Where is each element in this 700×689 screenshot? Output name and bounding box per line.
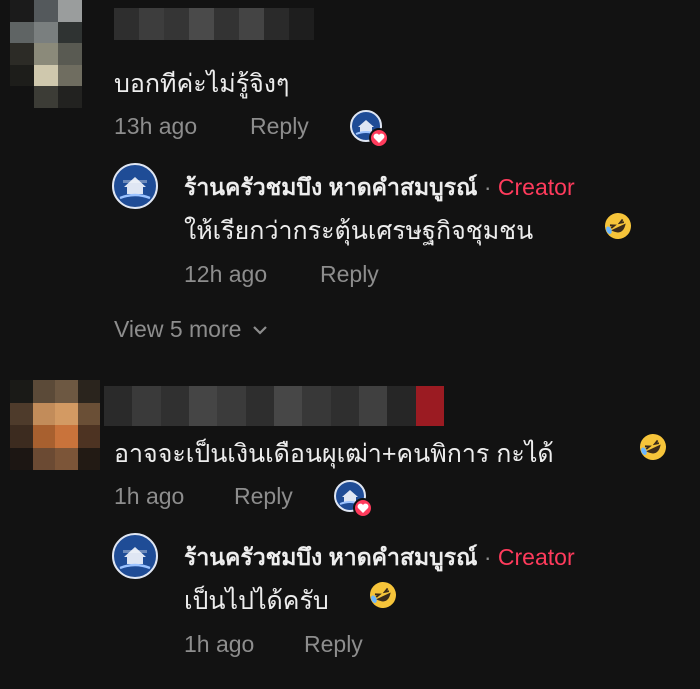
chevron-down-icon (253, 325, 268, 335)
name-separator: · (483, 174, 492, 200)
comment-text: บอกทีค่ะไม่รู้จิงๆ (114, 70, 290, 98)
creator-avatar[interactable] (112, 163, 158, 209)
comment-text: อาจจะเป็นเงินเดือนผุเฒ่า+คนพิการ กะได้ (114, 440, 554, 468)
avatar[interactable] (10, 0, 82, 108)
reply-timestamp: 1h ago (184, 631, 255, 657)
commenter-username-redacted[interactable] (114, 8, 314, 40)
laugh-emoji-icon (640, 434, 666, 460)
view-more-label: View 5 more (114, 316, 242, 342)
reply-button[interactable]: Reply (234, 483, 293, 510)
view-more-replies-button[interactable]: View 5 more (114, 316, 269, 343)
creator-avatar[interactable] (112, 533, 158, 579)
house-logo-icon (119, 547, 151, 570)
reply-timestamp: 12h ago (184, 261, 268, 287)
reply-text: ให้เรียกว่ากระตุ้นเศรษฐกิจชุมชน (184, 217, 534, 245)
creator-name[interactable]: ร้านครัวชมบึง หาดคำสมบูรณ์ (184, 174, 477, 200)
creator-name-line: ร้านครัวชมบึง หาดคำสมบูรณ์ · Creator (184, 540, 575, 576)
comment-text-line: อาจจะเป็นเงินเดือนผุเฒ่า+คนพิการ กะได้ (114, 434, 554, 474)
creator-badge: Creator (497, 174, 575, 200)
reply-button[interactable]: Reply (304, 631, 363, 658)
reply-text: เป็นไปได้ครับ (184, 587, 329, 615)
creator-name-line: ร้านครัวชมบึง หาดคำสมบูรณ์ · Creator (184, 170, 575, 206)
comment-timestamp: 1h ago (114, 483, 185, 509)
reply-text-line: เป็นไปได้ครับ (184, 581, 329, 621)
reply-text-line: ให้เรียกว่ากระตุ้นเศรษฐกิจชุมชน (184, 211, 533, 251)
heart-icon (369, 128, 389, 148)
commenter-username-redacted[interactable] (104, 386, 444, 426)
heart-icon (353, 498, 373, 518)
comment-timestamp: 13h ago (114, 113, 198, 139)
creator-name[interactable]: ร้านครัวชมบึง หาดคำสมบูรณ์ (184, 544, 477, 570)
name-separator: · (483, 544, 492, 570)
avatar[interactable] (10, 380, 100, 470)
reply-button[interactable]: Reply (250, 113, 309, 140)
reply-button[interactable]: Reply (320, 261, 379, 288)
house-logo-icon (119, 177, 151, 200)
laugh-emoji-icon (605, 213, 631, 239)
laugh-emoji-icon (370, 582, 396, 608)
creator-badge: Creator (497, 544, 575, 570)
